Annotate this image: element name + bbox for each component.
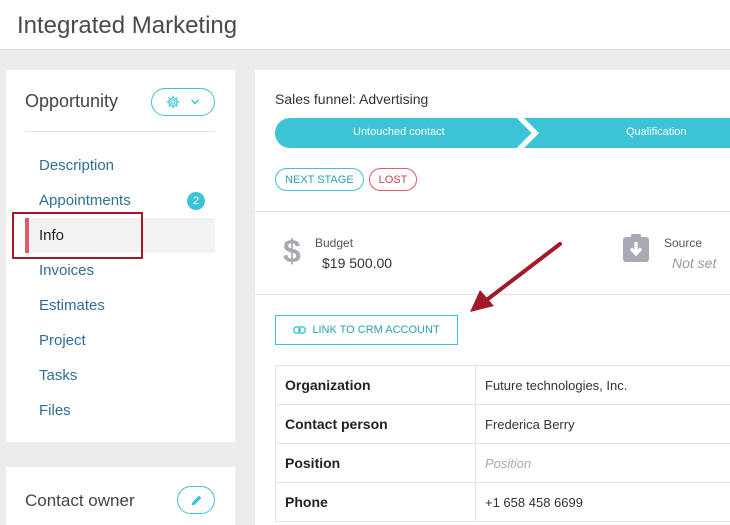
field-key: Organization [275, 365, 476, 405]
sidebar-item-label: Tasks [39, 367, 78, 384]
phone-value[interactable]: +1 658 458 6699 [475, 482, 730, 522]
source-label: Source [664, 236, 703, 250]
sidebar-item-label: Description [39, 157, 115, 174]
stage-untouched-label: Untouched contact [353, 126, 445, 138]
field-key: Contact person [275, 404, 476, 444]
chevron-down-icon [190, 99, 200, 105]
position-value[interactable]: Position [475, 443, 730, 483]
sidebar-item-label: Invoices [39, 262, 95, 279]
field-key: Phone [275, 482, 476, 522]
sidebar-item-tasks[interactable]: Tasks [6, 358, 235, 393]
field-key: Position [275, 443, 476, 483]
contact-person-value[interactable]: Frederica Berry [475, 404, 730, 444]
contact-info-table: Organization Future technologies, Inc. C… [275, 365, 730, 522]
link-button-label: LINK TO CRM ACCOUNT [312, 324, 440, 336]
table-row: Contact person Frederica Berry [275, 404, 730, 444]
appointments-count-badge: 2 [187, 192, 205, 210]
table-row: Position Position [275, 443, 730, 483]
sidebar-item-description[interactable]: Description [6, 148, 235, 183]
settings-dropdown-button[interactable] [151, 88, 215, 116]
sidebar-item-label: Project [39, 332, 86, 349]
sidebar-divider [25, 131, 215, 132]
divider [255, 211, 730, 212]
stage-qualification-label: Qualification [626, 126, 687, 138]
budget-value[interactable]: $19 500.00 [322, 255, 392, 271]
table-row: Organization Future technologies, Inc. [275, 365, 730, 405]
sidebar-item-project[interactable]: Project [6, 323, 235, 358]
pencil-icon [191, 495, 201, 505]
download-icon [623, 234, 649, 262]
organization-value[interactable]: Future technologies, Inc. [475, 365, 730, 405]
next-stage-button[interactable]: NEXT STAGE [275, 168, 364, 191]
sidebar-title: Opportunity [25, 91, 119, 111]
table-row: Phone +1 658 458 6699 [275, 482, 730, 522]
top-bar: Integrated Marketing [0, 0, 730, 50]
stage-pipeline: Untouched contact Qualification [275, 118, 730, 148]
sidebar-nav: Description Appointments 2 Info Invoices… [6, 148, 235, 428]
edit-owner-button[interactable] [177, 486, 215, 514]
annotation-highlight-box [12, 212, 143, 259]
app-title: Integrated Marketing [17, 12, 238, 39]
source-value[interactable]: Not set [672, 255, 716, 271]
contact-owner-card: Contact owner [6, 467, 235, 525]
sidebar-item-label: Estimates [39, 297, 105, 314]
contact-owner-title: Contact owner [25, 491, 135, 510]
dollar-icon: $ [283, 233, 301, 269]
lost-button[interactable]: LOST [368, 168, 418, 191]
sidebar-item-label: Appointments [39, 192, 131, 209]
sidebar-item-files[interactable]: Files [6, 393, 235, 428]
annotation-arrow-icon [470, 242, 562, 312]
stage-actions: NEXT STAGE LOST [275, 168, 418, 191]
link-to-crm-account-button[interactable]: LINK TO CRM ACCOUNT [275, 315, 458, 345]
sidebar-item-label: Files [39, 402, 71, 419]
budget-label: Budget [315, 236, 354, 250]
sidebar-item-estimates[interactable]: Estimates [6, 288, 235, 323]
sales-funnel-label: Sales funnel: Advertising [275, 91, 429, 107]
gear-icon [166, 95, 180, 109]
link-icon [293, 326, 307, 334]
